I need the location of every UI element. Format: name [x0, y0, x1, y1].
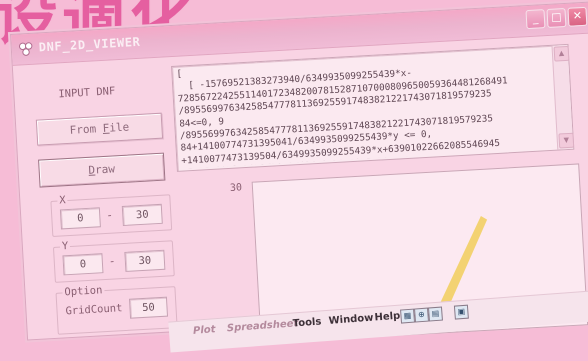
draw-suffix: raw	[94, 162, 116, 177]
scroll-down-icon[interactable]: ▼	[558, 132, 575, 149]
menu-plot[interactable]: Plot	[193, 324, 216, 337]
plot-y-max-label: 30	[229, 182, 243, 194]
x-min-input[interactable]: 0	[59, 207, 101, 230]
y-range-label: Y	[59, 239, 71, 253]
menu-help[interactable]: Help	[374, 311, 400, 324]
gridcount-input[interactable]: 50	[128, 296, 169, 319]
x-range-label: X	[57, 194, 69, 207]
draw-button[interactable]: Draw	[38, 152, 166, 188]
minimize-button[interactable]: _	[525, 9, 546, 30]
app-icon	[19, 42, 33, 56]
toolbar-zoom-icon[interactable]: ⊕	[414, 307, 429, 323]
toolbar-grid-icon[interactable]: ▤	[427, 306, 443, 322]
textarea-scrollbar[interactable]: ▲ ▼	[551, 44, 575, 150]
from-file-prefix: From	[69, 121, 104, 137]
input-dnf-label: INPUT DNF	[58, 85, 116, 101]
scroll-up-icon[interactable]: ▲	[553, 45, 570, 62]
x-range-dash: -	[105, 208, 114, 222]
dnf-textarea[interactable]: [ [ -15769521383273940/6349935099255439*…	[171, 43, 575, 172]
from-file-suffix: ile	[108, 120, 130, 135]
x-range-group: X 0 - 30	[50, 194, 173, 237]
option-label: Option	[62, 284, 105, 299]
dnf-text-content: [ [ -15769521383273940/6349935099255439*…	[176, 68, 518, 169]
app-stage: DNF_2D_VIEWER _ □ ✕ INPUT DNF From File …	[10, 1, 588, 354]
maximize-button[interactable]: □	[546, 7, 567, 28]
x-max-input[interactable]: 30	[121, 203, 163, 226]
toolbar-export-icon[interactable]: ▣	[453, 304, 469, 320]
y-max-input[interactable]: 30	[124, 249, 166, 272]
menu-tools[interactable]: Tools	[292, 316, 321, 329]
y-range-group: Y 0 - 30	[52, 239, 175, 283]
y-min-input[interactable]: 0	[62, 253, 104, 276]
gridcount-label: GridCount	[65, 302, 123, 318]
from-file-button[interactable]: From File	[35, 112, 164, 146]
option-group: Option GridCount 50	[55, 284, 178, 335]
close-button[interactable]: ✕	[567, 6, 588, 27]
window-title: DNF_2D_VIEWER	[38, 34, 141, 55]
y-range-dash: -	[108, 254, 116, 268]
toolbar-chart-icon[interactable]: ▦	[400, 308, 416, 324]
dnf-viewer-window: DNF_2D_VIEWER _ □ ✕ INPUT DNF From File …	[10, 1, 588, 344]
menu-spreadsheet[interactable]: Spreadsheet	[227, 318, 299, 334]
